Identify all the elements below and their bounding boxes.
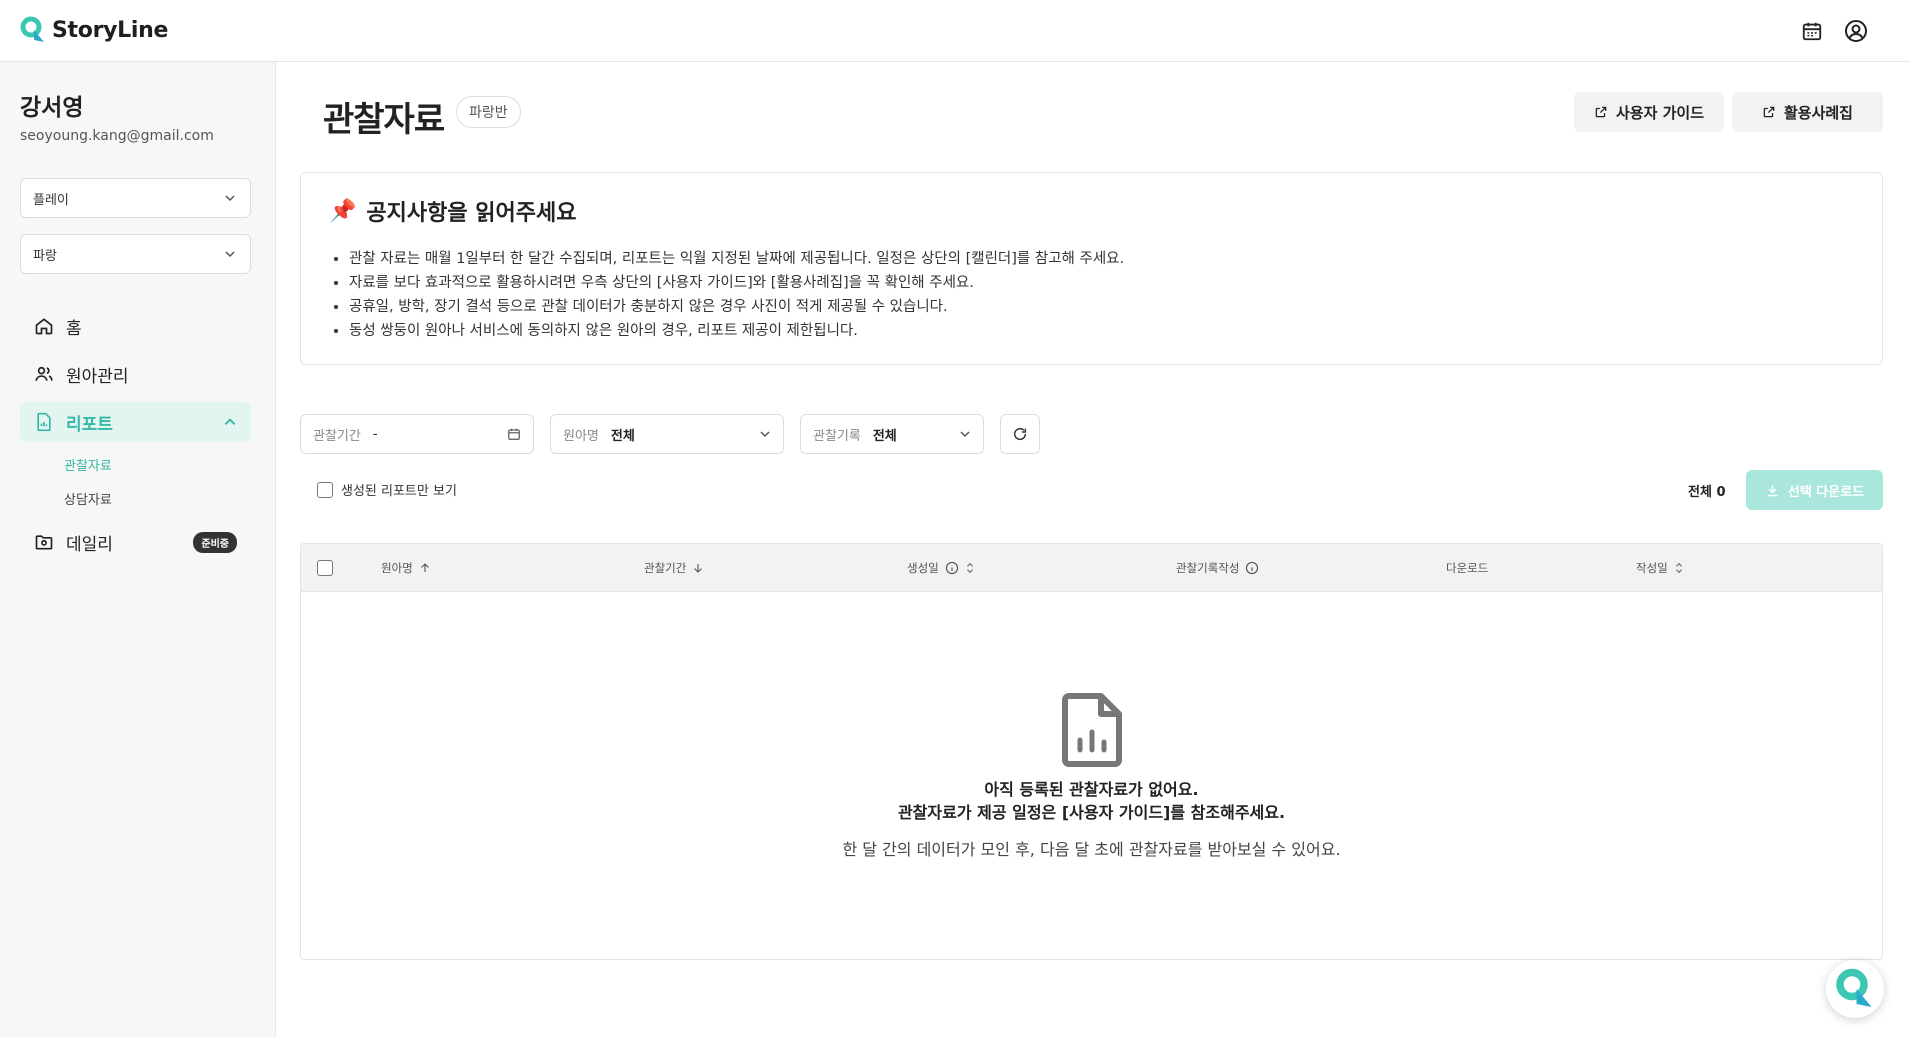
- column-created-date[interactable]: 생성일: [907, 560, 975, 576]
- child-name-filter[interactable]: 원아명 전체: [550, 414, 784, 454]
- sidebar-item-report[interactable]: 리포트: [20, 402, 251, 442]
- only-generated-checkbox[interactable]: [317, 481, 333, 498]
- user-circle-icon[interactable]: [1842, 17, 1870, 45]
- external-link-icon: [1595, 106, 1607, 118]
- chevron-down-icon: [760, 431, 770, 438]
- users-icon: [35, 366, 53, 381]
- period-filter-label: 관찰기간: [313, 428, 361, 444]
- sort-icon: [1675, 562, 1682, 574]
- empty-message-description: 한 달 간의 데이터가 모인 후, 다음 달 초에 관찰자료를 받아보실 수 있…: [842, 840, 1341, 859]
- period-filter-value: -: [372, 426, 378, 442]
- coming-soon-badge: 준비중: [193, 531, 237, 553]
- download-selected-label: 선택 다운로드: [1787, 484, 1865, 500]
- chat-support-button[interactable]: [1826, 960, 1884, 1018]
- page-title: 관찰자료: [323, 100, 445, 140]
- sidebar-item-label: 홈: [66, 318, 82, 339]
- notice-item: 동성 쌍둥이 원아나 서비스에 동의하지 않은 원아의 경우, 리포트 제공이 …: [349, 319, 1124, 343]
- user-guide-button[interactable]: 사용자 가이드: [1574, 92, 1724, 132]
- refresh-button[interactable]: [1000, 414, 1040, 454]
- calendar-icon: [508, 428, 520, 440]
- app-logo[interactable]: StoryLine: [20, 16, 168, 44]
- empty-message-title: 아직 등록된 관찰자료가 없어요.: [984, 780, 1199, 799]
- sidebar-subitem-counsel[interactable]: 상담자료: [64, 489, 112, 508]
- column-record-written[interactable]: 관찰기록작성: [1176, 560, 1259, 576]
- storyline-logo-icon: [20, 16, 44, 42]
- user-email: seoyoung.kang@gmail.com: [20, 128, 214, 144]
- column-label: 작성일: [1636, 561, 1668, 575]
- external-link-icon: [1763, 106, 1775, 118]
- chevron-down-icon: [225, 251, 235, 258]
- notice-item: 관찰 자료는 매월 1일부터 한 달간 수집되며, 리포트는 익월 지정된 날짜…: [349, 247, 1124, 271]
- period-filter[interactable]: 관찰기간 -: [300, 414, 534, 454]
- sidebar-item-children[interactable]: 원아관리: [20, 354, 251, 394]
- sidebar-item-home[interactable]: 홈: [20, 306, 251, 346]
- user-guide-label: 사용자 가이드: [1615, 103, 1705, 122]
- top-bar: StoryLine: [0, 0, 1910, 62]
- column-label: 원아명: [381, 561, 413, 575]
- notice-title-text: 공지사항을 읽어주세요: [366, 201, 577, 226]
- org-select[interactable]: 플레이: [20, 178, 251, 218]
- notice-panel: 📌 공지사항을 읽어주세요 관찰 자료는 매월 1일부터 한 달간 수집되며, …: [300, 172, 1883, 365]
- observation-table: 원아명 관찰기간 생성일 관찰기록작성 다운로드 작성일 아직 등록된 관찰자료…: [300, 543, 1883, 960]
- use-cases-button[interactable]: 활용사례집: [1732, 92, 1883, 132]
- class-select[interactable]: 파랑: [20, 234, 251, 274]
- org-select-value: 플레이: [33, 192, 69, 208]
- calendar-icon[interactable]: [1798, 17, 1826, 45]
- app-name: StoryLine: [52, 17, 169, 43]
- only-generated-label: 생성된 리포트만 보기: [341, 484, 457, 499]
- use-cases-label: 활용사례집: [1783, 103, 1853, 122]
- table-header: 원아명 관찰기간 생성일 관찰기록작성 다운로드 작성일: [301, 544, 1882, 592]
- sidebar-item-label: 원아관리: [66, 366, 129, 387]
- record-filter-value: 전체: [872, 428, 897, 444]
- class-select-value: 파랑: [33, 248, 57, 264]
- select-all-checkbox[interactable]: [317, 560, 333, 576]
- user-name: 강서영: [20, 95, 84, 121]
- download-selected-button[interactable]: 선택 다운로드: [1746, 470, 1883, 510]
- sidebar-item-label: 리포트: [66, 414, 113, 435]
- empty-report-icon: [1061, 693, 1122, 767]
- chevron-down-icon: [225, 195, 235, 202]
- sort-icon: [966, 562, 973, 574]
- storyline-logo-icon: [1836, 968, 1872, 1007]
- column-label: 관찰기록작성: [1176, 561, 1240, 575]
- chevron-down-icon: [960, 431, 970, 438]
- download-icon: [1767, 484, 1778, 496]
- report-file-icon: [37, 412, 51, 432]
- info-icon[interactable]: [1245, 561, 1259, 575]
- record-filter[interactable]: 관찰기록 전체: [800, 414, 984, 454]
- notice-title: 📌 공지사항을 읽어주세요: [329, 195, 576, 227]
- column-child-name[interactable]: 원아명: [381, 560, 431, 576]
- child-filter-label: 원아명: [563, 428, 599, 444]
- only-generated-toggle[interactable]: 생성된 리포트만 보기: [317, 480, 457, 499]
- arrow-down-icon: [694, 564, 703, 573]
- empty-message-guide: 관찰자료가 제공 일정은 [사용자 가이드]를 참조해주세요.: [897, 803, 1286, 822]
- sidebar-item-label: 데일리: [66, 534, 113, 555]
- refresh-icon: [1013, 427, 1027, 441]
- notice-list: 관찰 자료는 매월 1일부터 한 달간 수집되며, 리포트는 익월 지정된 날짜…: [349, 247, 1124, 343]
- total-count: 전체 0: [1688, 485, 1726, 500]
- sidebar: 강서영 seoyoung.kang@gmail.com 플레이 파랑 홈 원아관…: [0, 62, 276, 1037]
- sidebar-subitem-observation[interactable]: 관찰자료: [64, 455, 112, 474]
- column-label: 생성일: [907, 561, 939, 575]
- chevron-up-icon: [224, 418, 236, 425]
- pushpin-icon: 📌: [329, 198, 357, 224]
- column-written-date[interactable]: 작성일: [1636, 560, 1684, 576]
- home-icon: [35, 318, 53, 335]
- column-period[interactable]: 관찰기간: [644, 560, 704, 576]
- column-label: 다운로드: [1446, 561, 1489, 575]
- notice-item: 공휴일, 방학, 장기 결석 등으로 관찰 데이터가 충분하지 않은 경우 사진…: [349, 295, 1124, 319]
- child-filter-value: 전체: [610, 428, 635, 444]
- class-chip: 파랑반: [456, 96, 521, 128]
- notice-item: 자료를 보다 효과적으로 활용하시려면 우측 상단의 [사용자 가이드]와 [활…: [349, 271, 1124, 295]
- record-filter-label: 관찰기록: [813, 428, 861, 444]
- folder-image-icon: [35, 535, 53, 550]
- column-label: 관찰기간: [644, 561, 687, 575]
- info-icon[interactable]: [945, 561, 959, 575]
- empty-state: 아직 등록된 관찰자료가 없어요. 관찰자료가 제공 일정은 [사용자 가이드]…: [301, 692, 1882, 860]
- arrow-up-icon: [420, 563, 429, 572]
- column-download: 다운로드: [1446, 560, 1488, 576]
- sidebar-item-daily[interactable]: 데일리 준비중: [20, 522, 251, 562]
